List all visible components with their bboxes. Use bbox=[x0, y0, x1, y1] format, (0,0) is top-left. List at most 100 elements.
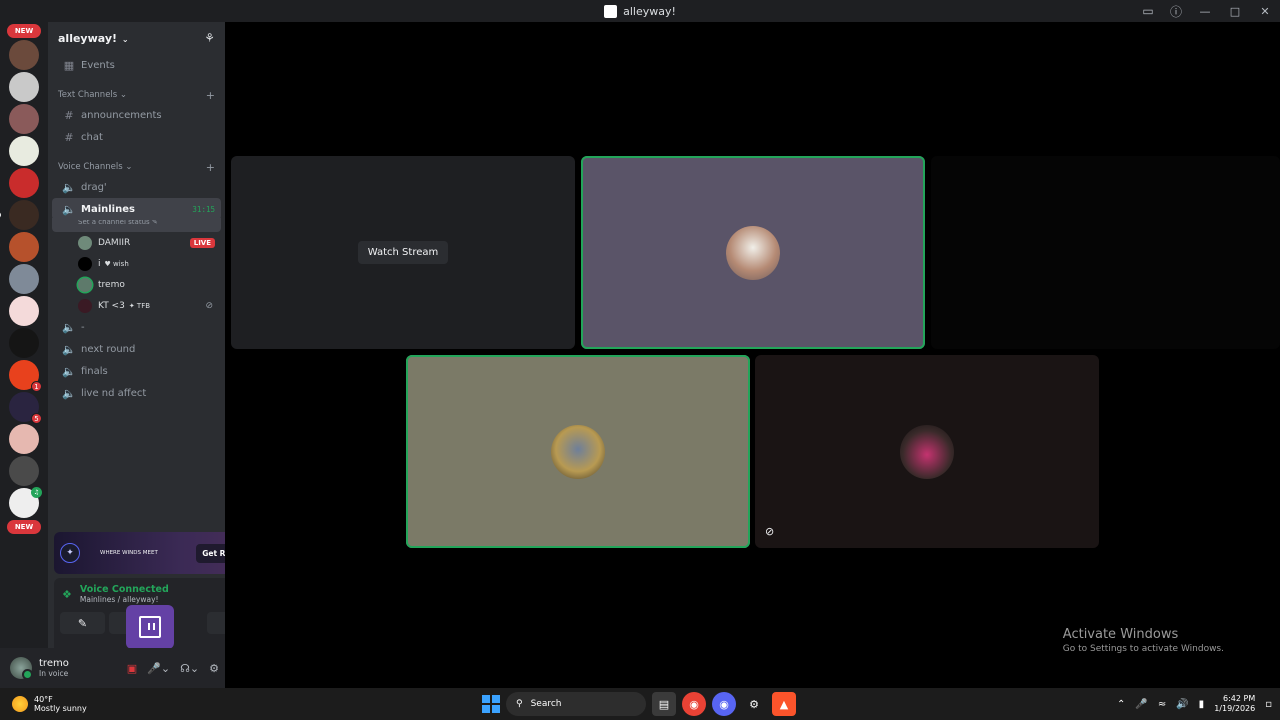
voice-member[interactable]: i ♥ wish bbox=[48, 253, 225, 274]
hash-icon: # bbox=[64, 130, 74, 144]
battery-icon[interactable]: ▮ bbox=[1199, 699, 1205, 710]
voice-channel-next-round[interactable]: 🔈 next round bbox=[52, 338, 221, 360]
search-icon: ⚲ bbox=[516, 699, 523, 709]
chevron-down-icon: ⌄ bbox=[119, 34, 129, 44]
gamepad-icon[interactable]: ▣ bbox=[127, 662, 137, 675]
discord-icon[interactable]: ◉ bbox=[712, 692, 736, 716]
live-badge: LIVE bbox=[189, 237, 215, 248]
channel-label: live nd affect bbox=[81, 387, 147, 399]
server-icon-selected[interactable] bbox=[0, 200, 39, 230]
avatar bbox=[726, 225, 780, 280]
server-icon[interactable] bbox=[9, 456, 39, 486]
server-icon[interactable] bbox=[9, 232, 39, 262]
events-item[interactable]: ▦ Events bbox=[52, 54, 221, 76]
maximize-button[interactable]: □ bbox=[1220, 0, 1250, 22]
avatar[interactable] bbox=[10, 657, 33, 680]
guild-header[interactable]: alleyway! ⌄ ⚘ bbox=[48, 22, 225, 54]
channel-announcements[interactable]: # announcements bbox=[52, 104, 221, 126]
new-badge-bottom[interactable]: NEW bbox=[7, 520, 41, 534]
mic-muted-icon: ⊘ bbox=[765, 525, 775, 538]
server-icon[interactable]: ♫ bbox=[9, 487, 42, 518]
server-icon[interactable] bbox=[9, 168, 39, 198]
server-icon[interactable] bbox=[9, 40, 39, 70]
clock[interactable]: 6:42 PM 1/19/2026 bbox=[1214, 694, 1255, 715]
volume-icon[interactable]: 🔊 bbox=[1176, 699, 1188, 710]
stream-tile[interactable]: Watch Stream bbox=[231, 156, 575, 349]
voice-channel-live[interactable]: 🔈 live nd affect bbox=[52, 382, 221, 404]
member-name: DAMIIR bbox=[98, 237, 131, 248]
microphone-icon[interactable]: 🎤 bbox=[1135, 699, 1147, 710]
watermark-title: Activate Windows bbox=[1062, 627, 1179, 642]
channel-chat[interactable]: # chat bbox=[52, 126, 221, 148]
start-icon[interactable] bbox=[482, 695, 500, 713]
voice-member[interactable]: DAMIIR LIVE bbox=[48, 232, 225, 253]
wifi-icon[interactable]: ≈ bbox=[1158, 699, 1166, 710]
new-badge-top[interactable]: NEW bbox=[7, 24, 41, 38]
server-icon[interactable] bbox=[9, 104, 39, 134]
channel-label: - bbox=[81, 321, 85, 333]
server-icon[interactable] bbox=[9, 328, 39, 358]
headphones-icon[interactable]: ☊⌄ bbox=[180, 662, 199, 675]
mic-muted-icon: ⊘ bbox=[205, 300, 213, 311]
task-view-icon[interactable]: ▤ bbox=[652, 692, 676, 716]
add-channel-icon[interactable]: + bbox=[206, 89, 215, 102]
microphone-icon[interactable]: 🎤⌄ bbox=[147, 662, 170, 675]
category-voice-channels[interactable]: Voice Channels ⌄ + bbox=[48, 158, 225, 176]
participant-tile[interactable]: ⊘ bbox=[755, 355, 1099, 548]
mention-badge: 5 bbox=[31, 413, 42, 424]
close-button[interactable]: ✕ bbox=[1250, 0, 1280, 22]
chrome-icon[interactable]: ◉ bbox=[682, 692, 706, 716]
user-status: In voice bbox=[39, 669, 69, 678]
server-icon[interactable] bbox=[9, 72, 39, 102]
avatar bbox=[78, 277, 92, 292]
voice-member[interactable]: tremo bbox=[48, 274, 225, 295]
notifications-icon[interactable]: ▫ bbox=[1265, 699, 1272, 710]
voice-channel-mainlines[interactable]: 🔈 Mainlines 31:15 bbox=[52, 198, 221, 220]
user-panel: tremo In voice ▣ 🎤⌄ ☊⌄ ⚙ bbox=[0, 648, 225, 688]
server-icon[interactable] bbox=[9, 136, 39, 166]
speaker-icon: 🔈 bbox=[62, 180, 76, 194]
participant-tile[interactable] bbox=[581, 156, 925, 349]
server-icon[interactable] bbox=[9, 264, 39, 294]
voice-channel-dash[interactable]: 🔈 - bbox=[52, 316, 221, 338]
brave-icon[interactable]: ▲ bbox=[772, 692, 796, 716]
voice-channel-finals[interactable]: 🔈 finals bbox=[52, 360, 221, 382]
participant-tile[interactable] bbox=[931, 156, 1280, 349]
watch-stream-button[interactable]: Watch Stream bbox=[357, 241, 449, 264]
call-timer: 31:15 bbox=[192, 204, 215, 214]
camera-off-icon[interactable]: ✎ bbox=[60, 612, 105, 634]
minimize-button[interactable]: — bbox=[1190, 0, 1220, 22]
voice-stage: Watch Stream ⊘ Activate Windows Go to Se… bbox=[225, 22, 1280, 688]
voice-status[interactable]: Voice Connected bbox=[80, 584, 169, 595]
voice-channel-drag[interactable]: 🔈 drag' bbox=[52, 176, 221, 198]
server-icon[interactable] bbox=[9, 424, 39, 454]
channel-status[interactable]: Set a channel status ✎ bbox=[52, 218, 221, 232]
voice-member[interactable]: KT <3 ✦ TFB ⊘ bbox=[48, 295, 225, 316]
user-info[interactable]: tremo In voice bbox=[39, 658, 69, 678]
inbox-icon[interactable]: ▭ bbox=[1134, 0, 1162, 22]
twitch-overlay[interactable] bbox=[126, 605, 174, 649]
guild-name[interactable]: alleyway! ⌄ bbox=[58, 32, 129, 45]
steam-icon[interactable]: ⚙ bbox=[742, 692, 766, 716]
server-icon[interactable]: 5 bbox=[9, 392, 42, 424]
taskbar-search[interactable]: ⚲ Search bbox=[506, 692, 646, 716]
help-icon[interactable]: ⓘ bbox=[1162, 0, 1190, 22]
weather-widget[interactable]: 40°F Mostly sunny bbox=[0, 695, 87, 713]
sun-icon bbox=[12, 696, 28, 712]
avatar bbox=[551, 424, 605, 479]
add-channel-icon[interactable]: + bbox=[206, 161, 215, 174]
weather-condition: Mostly sunny bbox=[34, 704, 87, 713]
category-label: Text Channels bbox=[58, 90, 118, 100]
signal-icon[interactable]: ❖ bbox=[62, 588, 72, 601]
server-icon[interactable] bbox=[9, 296, 39, 326]
server-icon[interactable]: 1 bbox=[9, 360, 42, 392]
events-label: Events bbox=[81, 59, 115, 71]
watermark-subtitle: Go to Settings to activate Windows. bbox=[1062, 644, 1224, 654]
chevron-up-icon[interactable]: ⌃ bbox=[1117, 699, 1125, 710]
category-text-channels[interactable]: Text Channels ⌄ + bbox=[48, 86, 225, 104]
voice-location[interactable]: Mainlines / alleyway! bbox=[80, 595, 169, 604]
add-member-icon[interactable]: ⚘ bbox=[204, 31, 215, 45]
gear-icon[interactable]: ⚙ bbox=[209, 662, 219, 675]
title-bar: alleyway! ▭ ⓘ — □ ✕ bbox=[0, 0, 1280, 22]
participant-tile[interactable] bbox=[406, 355, 750, 548]
